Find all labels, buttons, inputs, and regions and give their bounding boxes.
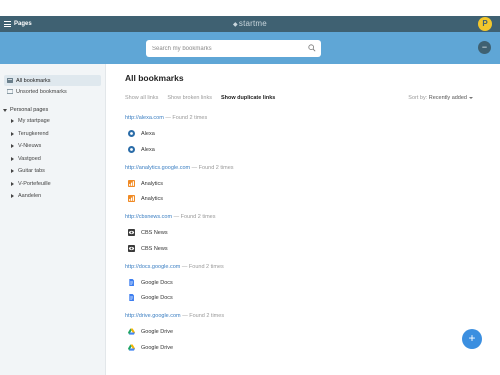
tab-show-duplicate-links[interactable]: Show duplicate links: [221, 95, 275, 101]
bookmark-title: Google Docs: [141, 294, 173, 301]
sidebar-item-all-bookmarks[interactable]: All bookmarks: [4, 75, 101, 86]
page-title: All bookmarks: [125, 73, 184, 83]
user-avatar[interactable]: P: [478, 17, 492, 31]
search-box[interactable]: [146, 40, 321, 57]
bookmark-item[interactable]: Analytics: [128, 180, 163, 187]
sidebar: All bookmarks Unsorted bookmarks Persona…: [0, 64, 106, 375]
bookmark-item[interactable]: Analytics: [128, 195, 163, 202]
google-docs-icon: [129, 279, 134, 286]
bookmark-title: Google Drive: [141, 344, 174, 351]
chevron-right-icon: [11, 119, 14, 124]
duplicate-url-link[interactable]: http://cbsnews.com: [125, 214, 172, 220]
google-docs-icon: [129, 294, 134, 301]
duplicate-url-link[interactable]: http://analytics.google.com: [125, 165, 190, 171]
sidebar-page-item[interactable]: V-Nieuws: [0, 140, 105, 153]
duplicate-group-header: http://docs.google.com — Found 2 times: [125, 264, 224, 270]
duplicate-group-header: http://drive.google.com — Found 2 times: [125, 313, 224, 319]
google-drive-icon: [128, 344, 135, 351]
brand-logo: ◆startme: [0, 19, 500, 28]
sidebar-page-item[interactable]: Aandelen: [0, 190, 105, 203]
bookmark-title: Google Drive: [141, 328, 174, 335]
section-label: Personal pages: [10, 107, 49, 113]
main-content: All bookmarks Show all links Show broken…: [107, 64, 500, 375]
search-input[interactable]: [152, 42, 302, 55]
page-label: V-Nieuws: [18, 143, 42, 150]
chevron-right-icon: [11, 131, 14, 136]
tab-show-broken-links[interactable]: Show broken links: [167, 95, 212, 101]
sidebar-item-label: Unsorted bookmarks: [16, 88, 67, 95]
duplicate-url-link[interactable]: http://drive.google.com: [125, 313, 181, 319]
bookmark-title: Analytics: [141, 180, 164, 187]
found-count: — Found 2 times: [191, 165, 234, 171]
sort-value: Recently added: [428, 95, 467, 101]
bookmark-item[interactable]: CBS News: [128, 229, 168, 236]
bookmark-title: CBS News: [141, 229, 168, 236]
page-label: V-Portefeuille: [18, 180, 51, 187]
page-label: Terugkerend: [18, 130, 49, 137]
bookmarks-icon: [7, 78, 13, 83]
sort-dropdown[interactable]: Sort by: Recently added: [408, 95, 473, 101]
search-band: −: [0, 32, 500, 64]
page-label: Guitar tabs: [18, 168, 45, 175]
bookmark-title: Google Docs: [141, 279, 173, 286]
alexa-icon: [128, 146, 135, 153]
sort-label: Sort by:: [408, 95, 428, 101]
page-label: My startpage: [18, 118, 50, 125]
sidebar-page-item[interactable]: Vastgoed: [0, 153, 105, 166]
sidebar-page-item[interactable]: My startpage: [0, 115, 105, 128]
bookmark-item[interactable]: Google Docs: [128, 279, 173, 286]
sidebar-item-label: All bookmarks: [16, 77, 51, 84]
page-label: Vastgoed: [18, 155, 41, 162]
bookmark-item[interactable]: CBS News: [128, 245, 168, 252]
bookmark-title: Alexa: [141, 146, 155, 153]
collapse-button[interactable]: −: [478, 41, 491, 54]
bookmark-item[interactable]: Google Drive: [128, 328, 173, 335]
chevron-right-icon: [11, 156, 14, 161]
bookmark-item[interactable]: Alexa: [128, 146, 155, 153]
add-bookmark-button[interactable]: +: [462, 329, 482, 349]
bookmark-item[interactable]: Alexa: [128, 130, 155, 137]
bookmark-title: CBS News: [141, 245, 168, 252]
cbs-news-icon: [128, 229, 135, 236]
alexa-icon: [128, 130, 135, 137]
found-count: — Found 2 times: [173, 214, 216, 220]
chevron-right-icon: [11, 144, 14, 149]
pages-list: My startpage Terugkerend V-Nieuws Vastgo…: [0, 115, 105, 203]
bookmark-item[interactable]: Google Docs: [128, 294, 173, 301]
inbox-icon: [7, 89, 13, 94]
bookmark-title: Analytics: [141, 195, 164, 202]
bookmark-item[interactable]: Google Drive: [128, 344, 173, 351]
top-strip: [0, 0, 500, 16]
page-label: Aandelen: [18, 193, 42, 200]
sidebar-item-unsorted-bookmarks[interactable]: Unsorted bookmarks: [0, 86, 105, 97]
found-count: — Found 2 times: [165, 115, 208, 121]
chevron-down-icon: [3, 108, 7, 112]
startme-logo-icon: ◆: [233, 22, 238, 28]
brand-name: startme: [238, 19, 267, 28]
bookmark-title: Alexa: [141, 130, 155, 137]
personal-pages-heading[interactable]: Personal pages: [0, 105, 105, 115]
duplicate-group-header: http://alexa.com — Found 2 times: [125, 115, 207, 121]
sidebar-page-item[interactable]: Terugkerend: [0, 128, 105, 141]
analytics-icon: [128, 195, 135, 202]
chevron-right-icon: [11, 169, 14, 174]
tab-show-all-links[interactable]: Show all links: [125, 95, 158, 101]
found-count: — Found 2 times: [181, 264, 224, 270]
search-icon[interactable]: [308, 44, 316, 52]
chevron-right-icon: [11, 181, 14, 186]
duplicate-group-header: http://cbsnews.com — Found 2 times: [125, 214, 216, 220]
google-drive-icon: [128, 328, 135, 335]
caret-down-icon: [469, 96, 473, 99]
duplicate-url-link[interactable]: http://docs.google.com: [125, 264, 180, 270]
top-bar: Pages ◆startme P: [0, 16, 500, 32]
duplicate-group-header: http://analytics.google.com — Found 2 ti…: [125, 165, 234, 171]
analytics-icon: [128, 180, 135, 187]
filter-tabs: Show all links Show broken links Show du…: [125, 95, 275, 101]
sidebar-page-item[interactable]: V-Portefeuille: [0, 178, 105, 191]
sidebar-page-item[interactable]: Guitar tabs: [0, 165, 105, 178]
found-count: — Found 2 times: [182, 313, 225, 319]
cbs-news-icon: [128, 245, 135, 252]
chevron-right-icon: [11, 194, 14, 199]
duplicate-url-link[interactable]: http://alexa.com: [125, 115, 164, 121]
